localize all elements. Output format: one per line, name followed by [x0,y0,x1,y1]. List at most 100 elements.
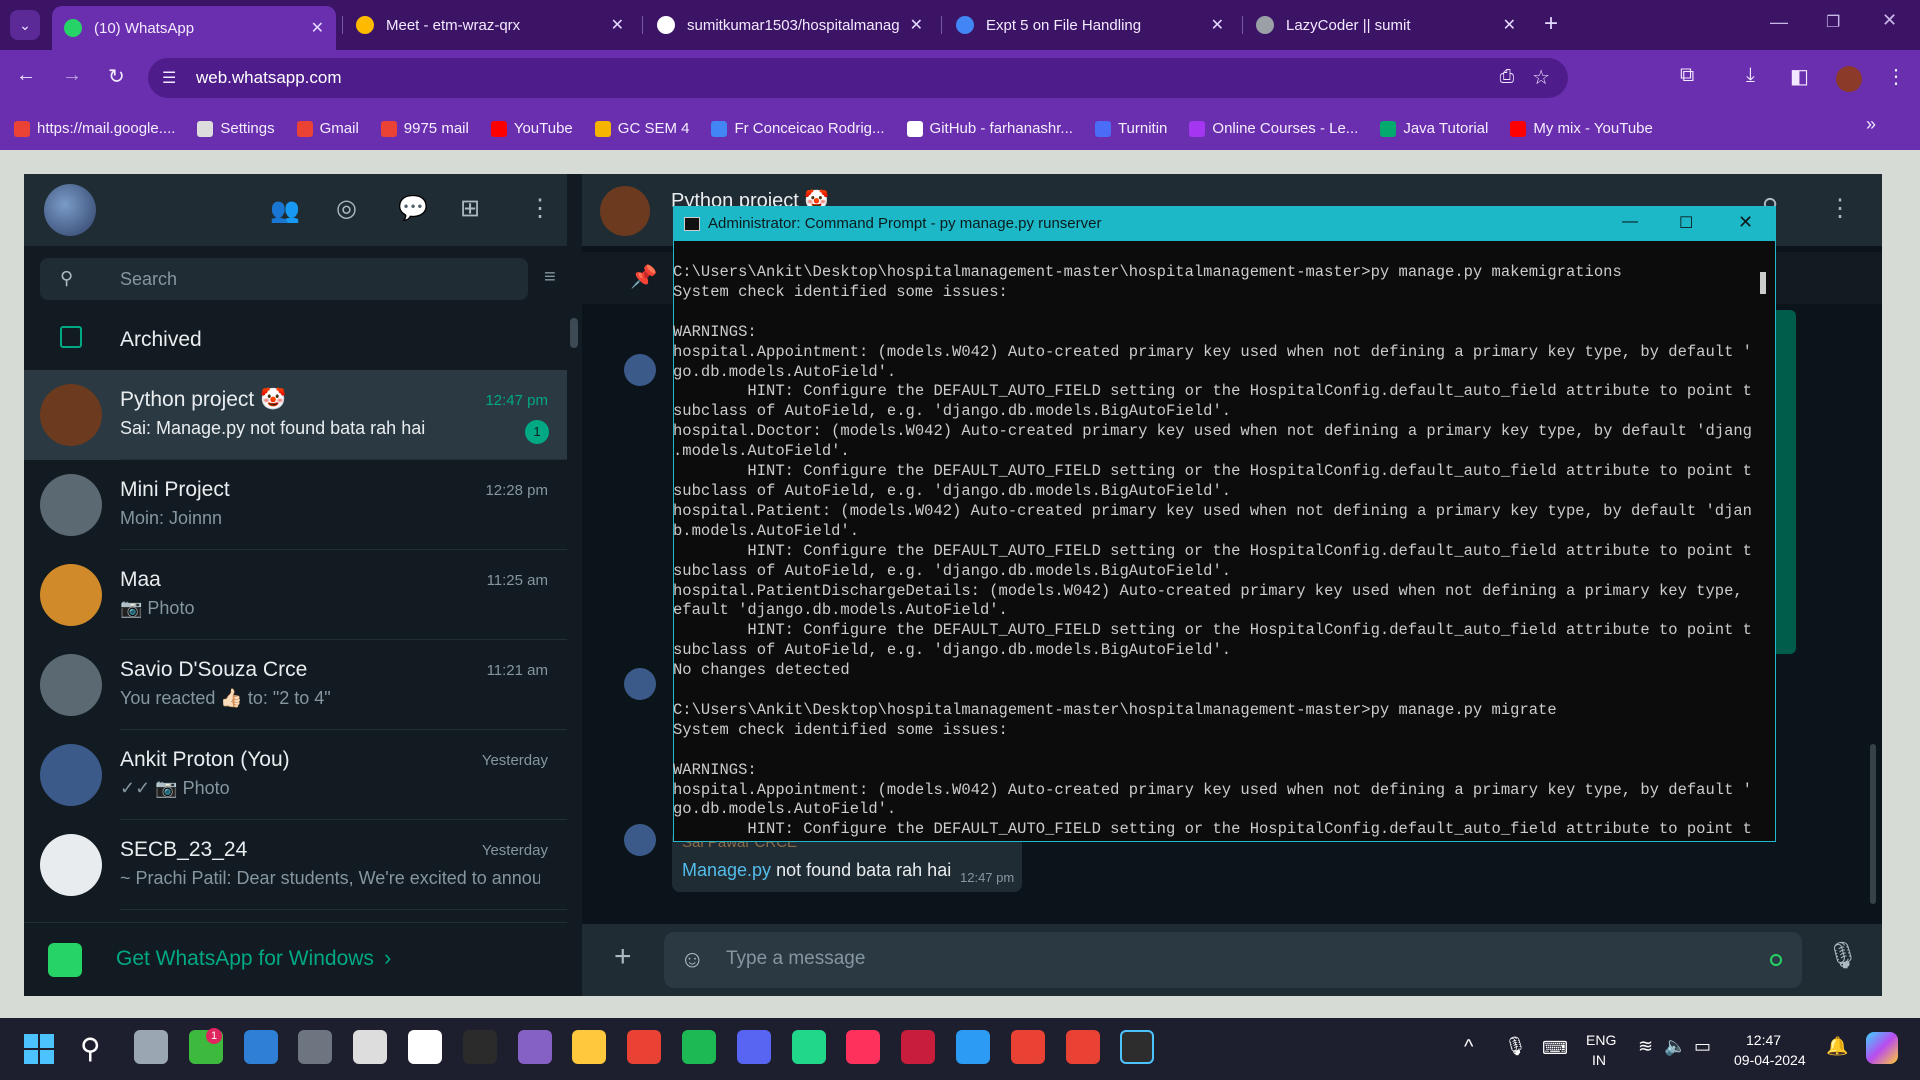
clock-time[interactable]: 12:47 [1746,1032,1781,1048]
bookmark-item[interactable]: Settings [197,120,275,137]
notifications-bell-icon[interactable]: 🔔 [1826,1036,1848,1057]
taskbar-app-pycharm[interactable] [791,1030,826,1064]
tab-3[interactable]: Expt 5 on File Handling ✕ [944,8,1236,42]
taskbar-app-calculator[interactable] [298,1030,333,1064]
my-avatar[interactable] [44,184,96,236]
chat-list-item[interactable]: Savio D'Souza Crce You reacted 👍🏻 to: "2 … [24,640,567,730]
taskbar-app-terminal[interactable] [1120,1030,1155,1064]
profile-avatar[interactable] [1836,66,1862,92]
message-input[interactable]: ☺ Type a message [664,932,1802,988]
bookmark-item[interactable]: Gmail [296,120,359,137]
restore-icon[interactable]: ❐ [1826,12,1840,32]
bookmark-item[interactable]: My mix - YouTube [1510,120,1653,137]
cmd-scrollbar[interactable] [1760,272,1766,294]
taskbar-app-unity[interactable] [353,1030,388,1064]
side-panel-icon[interactable]: ◧ [1790,64,1809,89]
conversation-scrollbar[interactable] [1870,744,1876,904]
bookmark-item[interactable]: Turnitin [1094,120,1167,137]
tab-2[interactable]: sumitkumar1503/hospitalmanag ✕ [645,8,935,42]
mic-icon[interactable]: 🎙 [1826,940,1859,971]
taskbar-app-visual-studio[interactable] [517,1030,552,1064]
taskbar-app-red-app[interactable] [901,1030,936,1064]
taskbar-app-vscode[interactable] [956,1030,990,1064]
tab-search-icon[interactable]: ⌄ [10,10,40,40]
cmd-minimize-icon[interactable]: — [1622,213,1638,231]
tray-region[interactable]: IN [1592,1052,1606,1068]
forward-icon[interactable]: → [62,64,82,87]
tray-mic-icon[interactable]: 🎙 [1504,1036,1527,1057]
taskbar-search-icon[interactable]: ⚲ [80,1032,101,1065]
chat-list-item[interactable]: Maa 📷 Photo 11:25 am [24,550,567,640]
archived-row[interactable]: Archived [24,310,567,370]
chat-list-item[interactable]: Ankit Proton (You) ✓✓ 📷 Photo Yesterday [24,730,567,820]
site-info-icon[interactable]: ☰ [162,68,176,88]
group-avatar[interactable] [600,186,650,236]
tab-0[interactable]: (10) WhatsApp ✕ [52,6,336,50]
tab-close-icon[interactable]: ✕ [1211,15,1224,35]
status-icon[interactable]: ◎ [336,194,357,223]
taskbar-app-chrome-2[interactable] [1010,1030,1045,1064]
tab-1[interactable]: Meet - etm-wraz-qrx ✕ [344,8,636,42]
taskbar-app-unreal[interactable] [408,1030,442,1064]
cmd-maximize-icon[interactable]: ☐ [1679,213,1693,233]
channels-icon[interactable]: 💬 [398,194,428,223]
new-chat-icon[interactable]: ⊞ [460,194,480,223]
chat-list-item[interactable]: Python project 🤡 Sai: Manage.py not found… [24,370,567,460]
reload-icon[interactable]: ↻ [108,64,125,89]
tab-close-icon[interactable]: ✕ [611,15,624,35]
taskbar-app-file-explorer[interactable] [572,1030,607,1064]
url-field[interactable]: ☰ web.whatsapp.com ⎙ ☆ [148,58,1568,98]
tab-close-icon[interactable]: ✕ [311,18,324,38]
minimize-icon[interactable]: — [1770,12,1788,33]
taskbar-app-desktop[interactable] [243,1030,278,1064]
taskbar-app-discord[interactable] [736,1030,771,1064]
taskbar-app-chrome-3[interactable] [1065,1030,1100,1064]
tray-lang[interactable]: ENG [1586,1032,1616,1048]
taskbar-app-epic-games[interactable] [462,1030,497,1064]
bookmark-item[interactable]: Online Courses - Le... [1189,120,1358,137]
battery-icon[interactable]: ▭ [1694,1036,1711,1057]
bookmark-item[interactable]: Java Tutorial [1380,120,1488,137]
bookmark-star-icon[interactable]: ☆ [1532,65,1550,90]
download-icon[interactable]: ⤓ [1746,64,1755,87]
bookmark-item[interactable]: 9975 mail [380,120,469,137]
attach-icon[interactable]: + [614,940,632,974]
taskbar-app-spotify[interactable] [682,1030,716,1064]
cmd-title-bar[interactable]: Administrator: Command Prompt - py manag… [674,207,1775,241]
chat-list-item[interactable]: SECB_23_24 ~ Prachi Patil: Dear students,… [24,820,567,910]
chat-list-scrollbar[interactable] [570,318,578,348]
extensions-icon[interactable]: ⧉ [1680,64,1694,87]
tab-close-icon[interactable]: ✕ [1503,15,1516,35]
copilot-icon[interactable] [1866,1032,1898,1064]
tray-chevron-icon[interactable]: ^ [1464,1036,1473,1059]
more-bookmarks-icon[interactable]: » [1866,114,1876,135]
new-tab-icon[interactable]: + [1544,10,1558,38]
bookmark-item[interactable]: GC SEM 4 [594,120,689,137]
search-field[interactable]: ⚲ Search [40,258,528,300]
start-button[interactable] [24,1034,54,1064]
tab-4[interactable]: LazyCoder || sumit ✕ [1244,8,1528,42]
bookmark-item[interactable]: Fr Conceicao Rodrig... [711,120,885,137]
communities-icon[interactable]: 👥 [270,196,300,225]
volume-icon[interactable]: 🔈 [1664,1036,1686,1057]
get-app-banner[interactable]: Get WhatsApp for Windows › [24,922,567,997]
wifi-icon[interactable]: ≋ [1638,1036,1653,1057]
clock-date[interactable]: 09-04-2024 [1734,1052,1806,1068]
browser-menu-icon[interactable]: ⋮ [1886,64,1906,89]
cmd-close-icon[interactable]: ✕ [1738,212,1753,233]
taskbar-app-intellij[interactable] [846,1030,881,1064]
taskbar-app-file-manager[interactable] [134,1030,168,1064]
chat-list-item[interactable]: Mini Project Moin: Joinnn 12:28 pm [24,460,567,550]
message-link[interactable]: Manage.py [682,860,771,880]
menu-icon[interactable]: ⋮ [528,194,552,223]
close-window-icon[interactable]: ✕ [1882,10,1897,31]
tray-keyboard-icon[interactable]: ⌨ [1542,1038,1568,1059]
install-app-icon[interactable]: ⎙ [1500,66,1514,87]
bookmark-item[interactable]: YouTube [490,120,573,137]
bookmark-item[interactable]: GitHub - farhanashr... [906,120,1073,137]
chat-menu-icon[interactable]: ⋮ [1828,194,1852,223]
back-icon[interactable]: ← [16,64,36,87]
tab-close-icon[interactable]: ✕ [910,15,923,35]
bookmark-item[interactable]: https://mail.google.... [14,120,175,137]
emoji-icon[interactable]: ☺ [680,946,705,974]
